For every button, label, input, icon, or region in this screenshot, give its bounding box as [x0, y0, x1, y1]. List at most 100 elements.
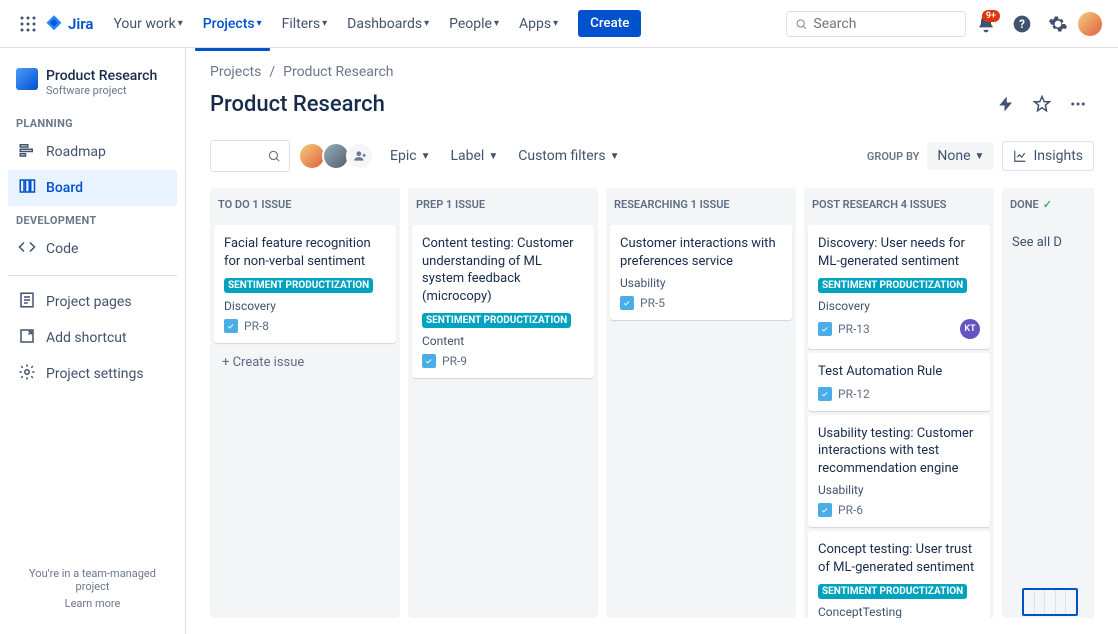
epic-tag: SENTIMENT PRODUCTIZATION: [818, 278, 967, 293]
nav-projects[interactable]: Projects ▾: [195, 10, 270, 38]
page-title: Product Research: [210, 92, 385, 117]
column-done: DONE ✓ See all D: [1002, 188, 1094, 618]
issue-card[interactable]: Concept testing: User trust of ML-genera…: [808, 531, 990, 618]
development-section-label: DEVELOPMENT: [8, 206, 177, 231]
custom-filters[interactable]: Custom filters▼: [514, 142, 623, 170]
help-icon[interactable]: ?: [1006, 8, 1038, 40]
task-icon: [818, 322, 832, 336]
sidebar-item-project-pages[interactable]: Project pages: [8, 284, 177, 320]
roadmap-icon: [18, 141, 36, 163]
create-issue-button[interactable]: + Create issue: [214, 347, 396, 378]
nav-dashboards[interactable]: Dashboards ▾: [339, 10, 437, 38]
epic-tag: SENTIMENT PRODUCTIZATION: [422, 313, 571, 328]
project-settings-icon: [18, 363, 36, 385]
label-tag: Usability: [620, 276, 782, 290]
assignee-avatar[interactable]: KT: [960, 319, 980, 339]
column-header: PREP 1 ISSUE: [408, 188, 598, 221]
app-switcher-icon[interactable]: [16, 12, 40, 36]
star-icon[interactable]: [1026, 88, 1058, 120]
nav-filters[interactable]: Filters ▾: [274, 10, 336, 38]
breadcrumb-projects[interactable]: Projects: [210, 64, 261, 80]
card-title: Concept testing: User trust of ML-genera…: [818, 541, 980, 576]
sidebar-item-board[interactable]: Board: [8, 170, 177, 206]
add-shortcut-icon: [18, 327, 36, 349]
issue-key: PR-12: [838, 387, 870, 401]
add-member-button[interactable]: [346, 142, 374, 170]
code-icon: [18, 238, 36, 260]
issue-card[interactable]: Content testing: Customer understanding …: [412, 225, 594, 378]
column-researching: RESEARCHING 1 ISSUECustomer interactions…: [606, 188, 796, 618]
label-filter[interactable]: Label▼: [446, 142, 502, 170]
board-icon: [18, 177, 36, 199]
column-header: POST RESEARCH 4 ISSUES: [804, 188, 994, 221]
issue-card[interactable]: Test Automation Rule PR-12: [808, 353, 990, 411]
issue-card[interactable]: Customer interactions with preferences s…: [610, 225, 792, 320]
label-tag: Discovery: [224, 299, 386, 313]
board-minimap[interactable]: [1022, 588, 1090, 616]
sidebar-project-type: Software project: [46, 84, 157, 97]
group-by-select[interactable]: None▼: [927, 142, 994, 170]
task-icon: [224, 319, 238, 333]
notification-badge: 9+: [982, 10, 1000, 22]
label-tag: Discovery: [818, 299, 980, 313]
sidebar-project-name: Product Research: [46, 68, 157, 84]
breadcrumb-project[interactable]: Product Research: [283, 64, 393, 80]
settings-icon[interactable]: [1042, 8, 1074, 40]
epic-tag: SENTIMENT PRODUCTIZATION: [818, 584, 967, 599]
sidebar-footer-text: You're in a team-managed project: [29, 567, 156, 593]
see-all-done[interactable]: See all D: [1006, 225, 1094, 260]
automation-icon[interactable]: [990, 88, 1022, 120]
nav-apps[interactable]: Apps ▾: [511, 10, 566, 38]
app-name: Jira: [68, 15, 93, 33]
card-title: Discovery: User needs for ML-generated s…: [818, 235, 980, 270]
sidebar-item-project-settings[interactable]: Project settings: [8, 356, 177, 392]
label-tag: Content: [422, 334, 584, 348]
card-title: Facial feature recognition for non-verba…: [224, 235, 386, 270]
nav-your-work[interactable]: Your work ▾: [105, 10, 190, 38]
task-icon: [818, 387, 832, 401]
issue-key: PR-8: [244, 319, 269, 333]
issue-card[interactable]: Facial feature recognition for non-verba…: [214, 225, 396, 343]
more-icon[interactable]: [1062, 88, 1094, 120]
global-search[interactable]: [786, 11, 966, 37]
column-prep: PREP 1 ISSUE Content testing: Customer un…: [408, 188, 598, 618]
project-pages-icon: [18, 291, 36, 313]
sidebar-item-add-shortcut[interactable]: Add shortcut: [8, 320, 177, 356]
create-button[interactable]: Create: [578, 10, 641, 37]
issue-key: PR-9: [442, 354, 467, 368]
issue-key: PR-5: [640, 296, 665, 310]
card-title: Content testing: Customer understanding …: [422, 235, 584, 305]
svg-text:?: ?: [1019, 17, 1025, 31]
insights-button[interactable]: Insights: [1002, 141, 1094, 171]
column-post-research: POST RESEARCH 4 ISSUES Discovery: User ne…: [804, 188, 994, 618]
sidebar-item-roadmap[interactable]: Roadmap: [8, 134, 177, 170]
breadcrumb: Projects / Product Research: [210, 64, 1094, 80]
issue-key: PR-6: [838, 503, 863, 517]
group-by-label: GROUP BY: [867, 150, 920, 163]
epic-filter[interactable]: Epic▼: [386, 142, 434, 170]
issue-card[interactable]: Usability testing: Customer interactions…: [808, 415, 990, 528]
issue-card[interactable]: Discovery: User needs for ML-generated s…: [808, 225, 990, 349]
planning-section-label: PLANNING: [8, 109, 177, 134]
nav-people[interactable]: People ▾: [441, 10, 507, 38]
column-to-do: TO DO 1 ISSUEFacial feature recognition …: [210, 188, 400, 618]
epic-tag: SENTIMENT PRODUCTIZATION: [224, 278, 373, 293]
label-tag: ConceptTesting: [818, 605, 980, 618]
jira-logo[interactable]: Jira: [44, 14, 93, 34]
learn-more-link[interactable]: Learn more: [16, 597, 169, 610]
card-title: Usability testing: Customer interactions…: [818, 425, 980, 478]
user-avatar[interactable]: [1078, 12, 1102, 36]
card-title: Customer interactions with preferences s…: [620, 235, 782, 270]
sidebar-item-code[interactable]: Code: [8, 231, 177, 267]
task-icon: [422, 354, 436, 368]
issue-key: PR-13: [838, 322, 870, 336]
sidebar-divider: [8, 275, 177, 276]
label-tag: Usability: [818, 483, 980, 497]
card-title: Test Automation Rule: [818, 363, 980, 381]
project-icon: [16, 68, 38, 90]
global-search-input[interactable]: [813, 16, 957, 32]
column-header: DONE ✓: [1002, 188, 1094, 221]
task-icon: [620, 296, 634, 310]
board-search[interactable]: [210, 140, 290, 172]
notifications-icon[interactable]: 9+: [970, 8, 1002, 40]
